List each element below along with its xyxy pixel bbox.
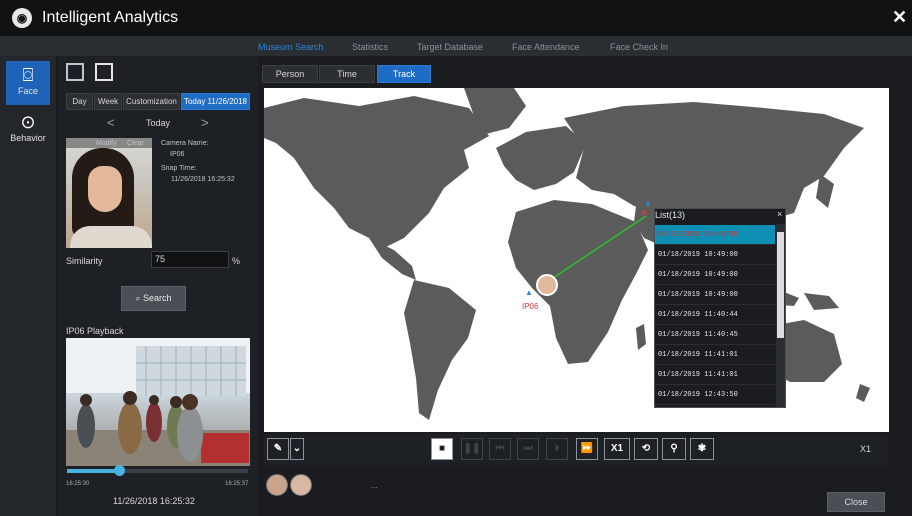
range-week[interactable]: Week [94, 93, 122, 110]
clear-button[interactable]: Clear [127, 140, 144, 147]
face-capture-icon[interactable] [95, 63, 113, 81]
range-customization[interactable]: Customization [123, 93, 180, 110]
color-palette-icon[interactable]: ✾ [690, 438, 714, 460]
route-icon[interactable]: ⟲ [634, 438, 658, 460]
nav-museum-search[interactable]: Museum Search [258, 42, 324, 52]
location-pin-icon[interactable]: ▲ [644, 198, 652, 207]
snapshot-body [70, 226, 152, 248]
speed-button[interactable]: X1 [604, 438, 630, 460]
person-location-icon[interactable]: ⚲ [662, 438, 686, 460]
range-day[interactable]: Day [66, 93, 93, 110]
close-icon[interactable]: ✕ [892, 7, 907, 28]
list-item[interactable]: 01/18/2019 10:49:00 [655, 265, 775, 285]
playback-progress [67, 469, 119, 473]
camera-name-label: Camera Name: [161, 140, 209, 147]
search-button-label: Search [143, 293, 172, 303]
list-item[interactable]: 01/18/2019 12:43:50 [655, 385, 775, 405]
step-forward-icon: ⏵ [546, 438, 568, 460]
window-title: Intelligent Analytics [42, 9, 179, 26]
track-list-title: List(13) [655, 210, 686, 220]
playback-timestamp: 11/26/2018 16:25:32 [113, 496, 195, 506]
scrubber-handle[interactable] [114, 465, 125, 476]
location-pin-icon[interactable]: ▲ [525, 288, 533, 297]
similarity-label: Similarity [66, 256, 103, 266]
more-indicator: ... [371, 481, 378, 490]
list-view-icon[interactable] [66, 63, 84, 81]
playback-video [66, 338, 250, 466]
map-land [264, 88, 870, 420]
pin-tool-icon[interactable]: ✎ [267, 438, 289, 460]
playback-start-time: 16:25:30 [66, 481, 90, 487]
prev-date-button[interactable]: < [107, 115, 115, 130]
list-item[interactable]: 01/18/2019 11:41:01 [655, 345, 775, 365]
stop-button[interactable]: ■ [431, 438, 453, 460]
face-scan-icon: ⌼ [22, 65, 34, 85]
modify-button[interactable]: Modify [96, 140, 117, 147]
similarity-unit: % [232, 256, 241, 266]
tab-track[interactable]: Track [377, 65, 431, 83]
close-icon[interactable]: × [777, 209, 782, 219]
search-button[interactable]: ⌕ Search [121, 286, 186, 311]
nav-face-check-in[interactable]: Face Check In [610, 42, 668, 52]
close-button[interactable]: Close [827, 492, 885, 512]
rail-item-behavior[interactable]: ⊙ Behavior [6, 108, 50, 152]
fast-forward-button[interactable]: ⏩ [576, 438, 598, 460]
rail-item-face[interactable]: ⌼ Face [6, 61, 50, 105]
face-thumbnail[interactable] [266, 474, 288, 496]
playback-end-time: 16:25:37 [225, 481, 249, 487]
search-icon: ⌕ [135, 293, 141, 303]
speed-indicator: X1 [860, 444, 872, 454]
nav-statistics[interactable]: Statistics [352, 42, 388, 52]
chevron-down-icon[interactable]: ⌄ [290, 438, 304, 460]
snap-time-label: Snap Time: [161, 165, 197, 172]
nav-face-attendance[interactable]: Face Attendance [512, 42, 580, 52]
nav-target-database[interactable]: Target Database [417, 42, 483, 52]
camera-marker-icon[interactable]: ■ [642, 208, 647, 217]
face-avatar-marker[interactable] [536, 274, 558, 296]
pause-icon: ❚❚ [461, 438, 483, 460]
list-item[interactable]: 01/18/2019 11:40:45 [655, 325, 775, 345]
list-item[interactable]: 01/18/2019 11:40:44 [655, 305, 775, 325]
playback-scene [66, 338, 250, 466]
face-thumbnail[interactable] [290, 474, 312, 496]
app-logo-icon: ◉ [12, 8, 32, 28]
similarity-input[interactable]: 75 [151, 251, 229, 268]
tab-time[interactable]: Time [319, 65, 375, 83]
rail-item-label: Behavior [10, 133, 46, 143]
list-item[interactable]: 01/18/2019 10:49:00 [655, 285, 775, 305]
list-item[interactable]: 01/18/2019 10:49:00 [655, 245, 775, 265]
camera-name-value: IP06 [170, 151, 185, 158]
tab-person[interactable]: Person [262, 65, 318, 83]
range-today[interactable]: Today 11/26/2018 [181, 93, 250, 110]
snap-time-value: 11/26/2018 16:25:32 [171, 176, 235, 183]
snapshot-face [88, 166, 122, 212]
next-frame-icon: ⏭ [517, 438, 539, 460]
rail-item-label: Face [17, 86, 38, 96]
world-map[interactable]: ▲ IP06 ▲ ■ [264, 88, 889, 432]
playback-label: IP06 Playback [66, 326, 124, 336]
date-label: Today [146, 118, 171, 128]
prev-frame-icon: ⏮ [489, 438, 511, 460]
behavior-search-icon: ⊙ [20, 112, 36, 132]
snapshot-image [66, 138, 152, 248]
list-item[interactable]: 01/18/2019 11:41:01 [655, 365, 775, 385]
marker-label-ip06: IP06 [522, 302, 539, 311]
list-item[interactable]: 01/18/2019 10:48:59 [655, 225, 775, 245]
scrollbar-thumb[interactable] [777, 232, 784, 338]
next-date-button[interactable]: > [201, 115, 209, 130]
